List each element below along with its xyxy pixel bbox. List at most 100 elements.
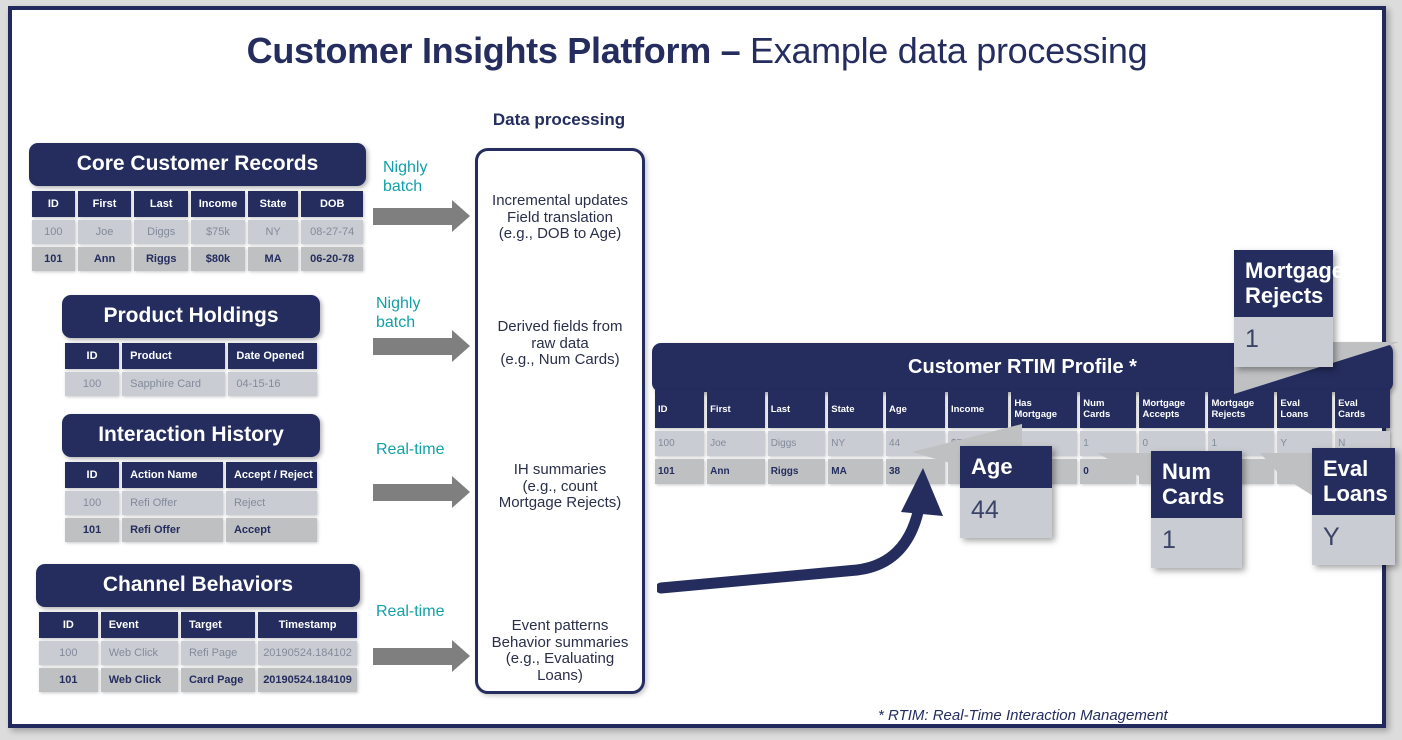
source-grid: ID First Last Income State DOB 100 Joe D… [29, 188, 366, 274]
processing-step-4: Event patterns Behavior summaries (e.g.,… [491, 617, 629, 684]
cell: NY [247, 220, 299, 244]
column-header: Eval Loans [1277, 390, 1333, 428]
column-header: DOB [301, 191, 363, 217]
column-header: Last [767, 390, 826, 428]
table-row: 101 Web Click Card Page 20190524.184109 [39, 668, 357, 692]
table-header-row: ID Action Name Accept / Reject [65, 462, 317, 488]
column-header: Income [191, 191, 245, 217]
column-header: Target [180, 612, 256, 638]
column-header: ID [32, 191, 75, 217]
cell: Card Page [180, 668, 256, 692]
column-header: Product [122, 343, 226, 369]
cell: 100 [32, 220, 75, 244]
callout-label: Eval Loans [1312, 448, 1395, 515]
source-title: Interaction History [62, 414, 320, 457]
column-header: Age [886, 390, 945, 428]
source-title: Channel Behaviors [36, 564, 360, 607]
column-header: Mortgage Rejects [1208, 390, 1275, 428]
column-header: Event [100, 612, 178, 638]
callout-mortgage-rejects: Mortgage Rejects 1 [1234, 250, 1344, 367]
flow-label-nightly-batch-1: Nighly batch [383, 159, 428, 195]
table-row: 101 Refi Offer Accept [65, 518, 317, 542]
cell: 100 [65, 491, 120, 515]
flow-label-nightly-batch-2: Nighly batch [376, 295, 421, 331]
cell: Refi Offer [122, 491, 223, 515]
cell: 08-27-74 [301, 220, 363, 244]
data-processing-title: Data processing [492, 110, 626, 129]
callout-label: Age [960, 446, 1052, 488]
cell: Refi Page [180, 641, 256, 665]
column-header: ID [65, 462, 120, 488]
page-title-rest: Example data processing [750, 30, 1148, 71]
flow-arrow-4 [373, 640, 470, 672]
cell: 20190524.184109 [258, 668, 357, 692]
table-row: 100 Refi Offer Reject [65, 491, 317, 515]
source-table-product-holdings: Product Holdings ID Product Date Opened … [62, 295, 320, 399]
cell: Web Click [100, 641, 178, 665]
column-header: Timestamp [258, 612, 357, 638]
source-title: Core Customer Records [29, 143, 366, 186]
callout-label: Mortgage Rejects [1234, 250, 1344, 317]
table-header-row: ID First Last State Age Income Has Mortg… [655, 390, 1390, 428]
cell: Diggs [134, 220, 189, 244]
cell: MA [247, 247, 299, 271]
cell: $80k [191, 247, 245, 271]
page-title: Customer Insights Platform – Example dat… [12, 30, 1382, 72]
table-header-row: ID Event Target Timestamp [39, 612, 357, 638]
cell: Joe [77, 220, 132, 244]
slide-canvas: Customer Insights Platform – Example dat… [8, 6, 1399, 728]
cell: Accept [225, 518, 317, 542]
callout-eval-loans: Eval Loans Y [1312, 448, 1395, 565]
callout-num-cards: Num Cards 1 [1151, 451, 1242, 568]
source-grid: ID Event Target Timestamp 100 Web Click … [36, 609, 360, 695]
cell: Sapphire Card [122, 372, 226, 396]
source-title: Product Holdings [62, 295, 320, 338]
table-row: 100 Web Click Refi Page 20190524.184102 [39, 641, 357, 665]
column-header: Income [947, 390, 1009, 428]
cell: $75k [191, 220, 245, 244]
cell: 20190524.184102 [258, 641, 357, 665]
column-header: Mortgage Accepts [1139, 390, 1206, 428]
column-header: Date Opened [228, 343, 317, 369]
flow-label-real-time-2: Real-time [376, 603, 445, 620]
table-header-row: ID Product Date Opened [65, 343, 317, 369]
column-header: Has Mortgage [1011, 390, 1078, 428]
cell: Refi Offer [122, 518, 223, 542]
column-header: State [828, 390, 883, 428]
cell: 101 [32, 247, 75, 271]
table-header-row: ID First Last Income State DOB [32, 191, 363, 217]
data-processing-box: Incremental updates Field translation (e… [475, 148, 645, 694]
source-table-core-customer-records: Core Customer Records ID First Last Inco… [29, 143, 366, 274]
column-header: Eval Cards [1335, 390, 1390, 428]
cell: Web Click [100, 668, 178, 692]
column-header: ID [655, 390, 705, 428]
cell: Ann [77, 247, 132, 271]
processing-step-3: IH summaries (e.g., count Mortgage Rejec… [498, 461, 622, 511]
cell: Riggs [134, 247, 189, 271]
source-table-channel-behaviors: Channel Behaviors ID Event Target Timest… [36, 564, 360, 695]
table-row: 100 Joe Diggs $75k NY 08-27-74 [32, 220, 363, 244]
column-header: First [77, 191, 132, 217]
flow-arrow-3 [373, 476, 470, 508]
table-row: 100 Sapphire Card 04-15-16 [65, 372, 317, 396]
column-header: State [247, 191, 299, 217]
flow-arrow-1 [373, 200, 470, 232]
cell: 06-20-78 [301, 247, 363, 271]
column-header: Num Cards [1080, 390, 1137, 428]
source-grid: ID Action Name Accept / Reject 100 Refi … [62, 459, 320, 545]
column-header: Action Name [122, 462, 223, 488]
processing-step-1: Incremental updates Field translation (e… [492, 192, 628, 242]
callout-value: Y [1312, 515, 1395, 565]
flow-label-real-time-1: Real-time [376, 441, 445, 458]
column-header: ID [65, 343, 120, 369]
column-header: ID [39, 612, 98, 638]
callout-value: 44 [960, 488, 1052, 538]
cell: 100 [39, 641, 98, 665]
cell: Reject [225, 491, 317, 515]
page-title-bold: Customer Insights Platform – [246, 30, 751, 71]
cell: 101 [65, 518, 120, 542]
cell: 04-15-16 [228, 372, 317, 396]
cell: 100 [65, 372, 120, 396]
column-header: First [707, 390, 765, 428]
column-header: Last [134, 191, 189, 217]
